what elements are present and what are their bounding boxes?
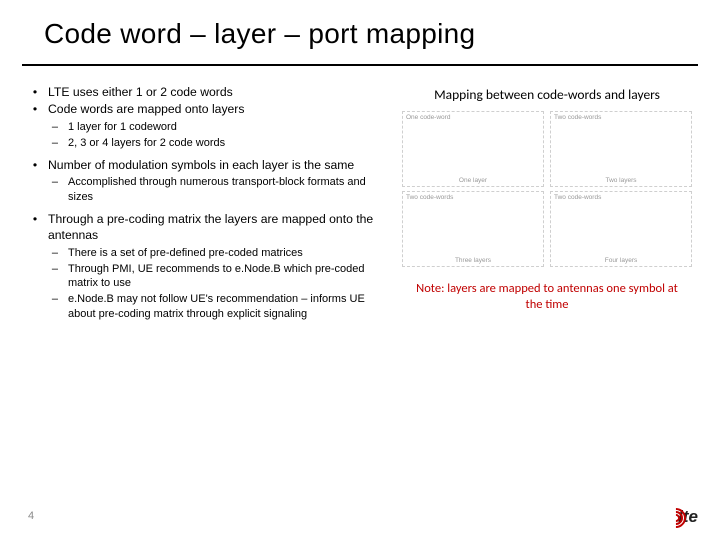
diagram-one-codeword-one-layer: One code-word One layer bbox=[402, 111, 544, 187]
sub-bullet: – 1 layer for 1 codeword bbox=[22, 120, 392, 135]
page-number: 4 bbox=[28, 510, 34, 522]
right-heading: Mapping between code-words and layers bbox=[402, 86, 692, 103]
bullet-4: • Through a pre-coding matrix the layers… bbox=[22, 211, 392, 244]
bullet-3: • Number of modulation symbols in each l… bbox=[22, 157, 392, 173]
bullet-mark: • bbox=[22, 157, 48, 173]
diagram-top-label: One code-word bbox=[406, 114, 540, 121]
bullet-text: Through a pre-coding matrix the layers a… bbox=[48, 211, 392, 244]
bullet-text: Code words are mapped onto layers bbox=[48, 101, 392, 117]
diagram-two-codewords-four-layers: Two code-words Four layers bbox=[550, 191, 692, 267]
left-column: • LTE uses either 1 or 2 code words • Co… bbox=[22, 84, 392, 328]
diagram-top-label: Two code-words bbox=[554, 194, 688, 201]
sub-text: There is a set of pre-defined pre-coded … bbox=[68, 246, 392, 261]
right-column: Mapping between code-words and layers On… bbox=[392, 84, 692, 328]
bullet-1: • LTE uses either 1 or 2 code words bbox=[22, 84, 392, 100]
layers-note: Note: layers are mapped to antennas one … bbox=[402, 281, 692, 312]
sub-list-2: – Accomplished through numerous transpor… bbox=[22, 175, 392, 205]
sub-text: Accomplished through numerous transport-… bbox=[68, 175, 392, 205]
sub-bullet: – e.Node.B may not follow UE's recommend… bbox=[22, 292, 392, 322]
diagram-bottom-label: Four layers bbox=[605, 257, 638, 264]
bullet-mark: • bbox=[22, 101, 48, 117]
bullet-list: • Through a pre-coding matrix the layers… bbox=[22, 211, 392, 244]
diagram-bottom-label: One layer bbox=[459, 177, 487, 184]
sub-bullet: – Through PMI, UE recommends to e.Node.B… bbox=[22, 262, 392, 292]
dash-mark: – bbox=[22, 292, 68, 322]
diagram-bottom-label: Three layers bbox=[455, 257, 491, 264]
bullet-2: • Code words are mapped onto layers bbox=[22, 101, 392, 117]
sub-bullet: – There is a set of pre-defined pre-code… bbox=[22, 246, 392, 261]
dash-mark: – bbox=[22, 262, 68, 292]
dash-mark: – bbox=[22, 175, 68, 205]
sub-list-3: – There is a set of pre-defined pre-code… bbox=[22, 246, 392, 322]
diagram-two-codewords-three-layers: Two code-words Three layers bbox=[402, 191, 544, 267]
diagram-two-codewords-two-layers: Two code-words Two layers bbox=[550, 111, 692, 187]
diagram-top-label: Two code-words bbox=[554, 114, 688, 121]
diagram-grid: One code-word One layer Two code-words T… bbox=[402, 111, 692, 267]
bullet-text: LTE uses either 1 or 2 code words bbox=[48, 84, 392, 100]
sub-text: 1 layer for 1 codeword bbox=[68, 120, 392, 135]
slide-title: Code word – layer – port mapping bbox=[0, 0, 720, 58]
content-area: • LTE uses either 1 or 2 code words • Co… bbox=[0, 66, 720, 328]
signal-arcs-icon bbox=[660, 506, 682, 528]
sub-text: Through PMI, UE recommends to e.Node.B w… bbox=[68, 262, 392, 292]
dash-mark: – bbox=[22, 120, 68, 135]
diagram-bottom-label: Two layers bbox=[605, 177, 636, 184]
sub-text: e.Node.B may not follow UE's recommendat… bbox=[68, 292, 392, 322]
bullet-text: Number of modulation symbols in each lay… bbox=[48, 157, 392, 173]
lte-logo: lte bbox=[660, 506, 698, 528]
dash-mark: – bbox=[22, 246, 68, 261]
bullet-mark: • bbox=[22, 84, 48, 100]
sub-bullet: – 2, 3 or 4 layers for 2 code words bbox=[22, 136, 392, 151]
bullet-list: • Number of modulation symbols in each l… bbox=[22, 157, 392, 173]
bullet-list: • LTE uses either 1 or 2 code words • Co… bbox=[22, 84, 392, 118]
bullet-mark: • bbox=[22, 211, 48, 244]
sub-list-1: – 1 layer for 1 codeword – 2, 3 or 4 lay… bbox=[22, 120, 392, 151]
sub-text: 2, 3 or 4 layers for 2 code words bbox=[68, 136, 392, 151]
diagram-top-label: Two code-words bbox=[406, 194, 540, 201]
dash-mark: – bbox=[22, 136, 68, 151]
sub-bullet: – Accomplished through numerous transpor… bbox=[22, 175, 392, 205]
